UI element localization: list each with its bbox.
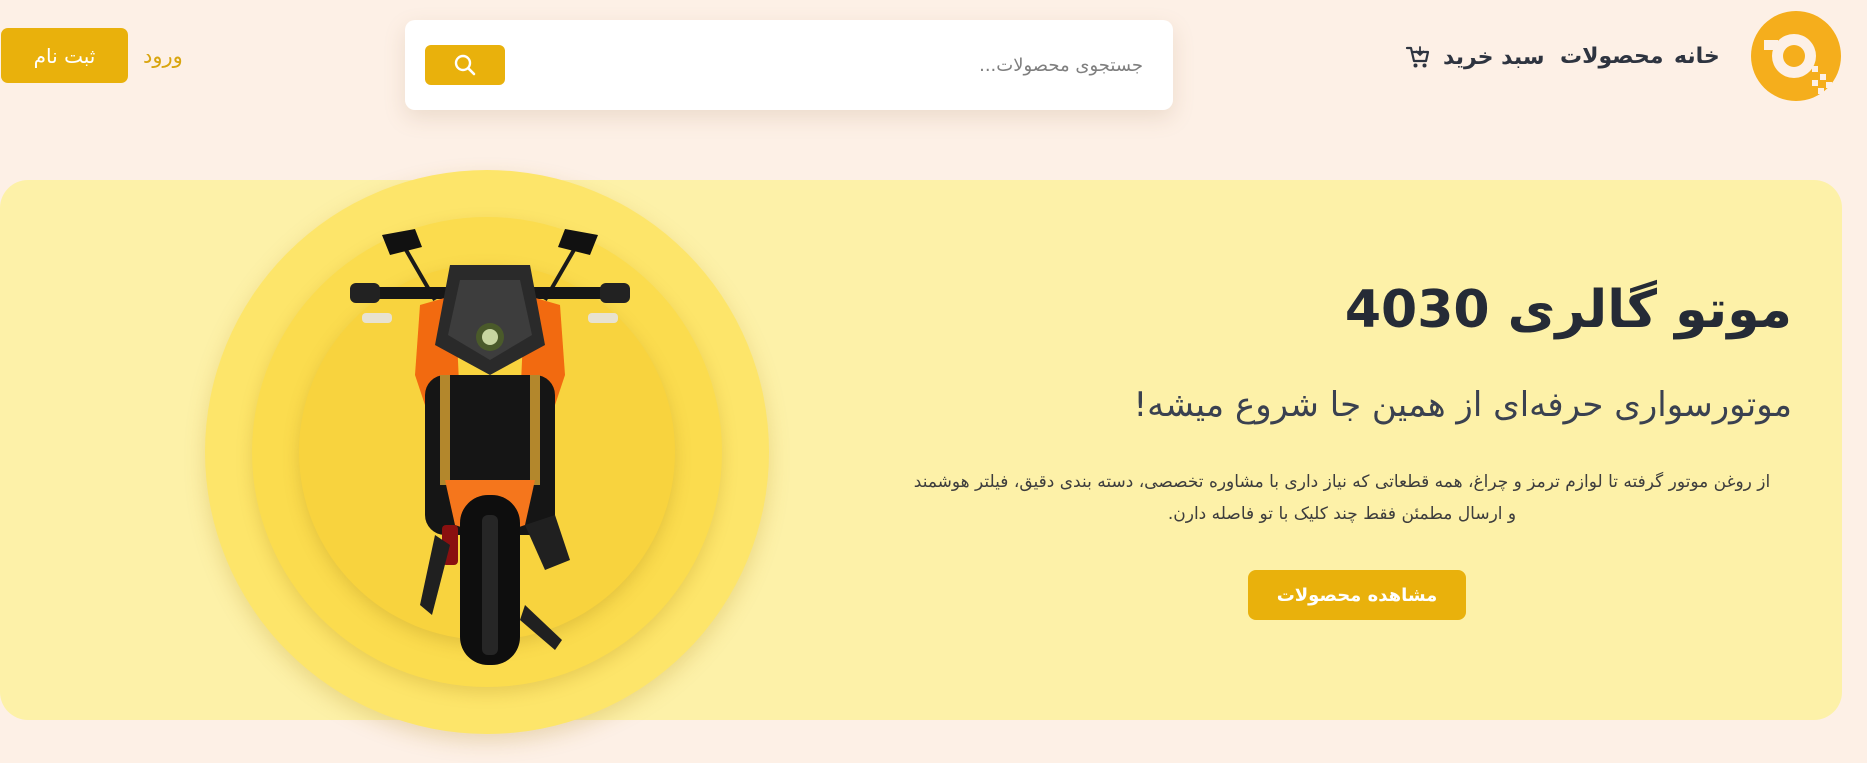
search-bar (405, 20, 1173, 110)
nav-cart-label: سبد خرید (1443, 44, 1545, 70)
signup-button[interactable]: ثبت نام (1, 28, 128, 83)
hero-description: از روغن موتور گرفته تا لوازم ترمز و چراغ… (913, 472, 1771, 524)
hero-subtitle: موتورسواری حرفه‌ای از همین جا شروع میشه! (1133, 385, 1792, 425)
nav-products-link[interactable]: محصولات (1560, 44, 1663, 69)
cart-icon (1405, 46, 1430, 68)
logo-icon[interactable] (1750, 10, 1842, 102)
view-products-button[interactable]: مشاهده محصولات (1248, 570, 1466, 620)
search-input[interactable] (585, 45, 1145, 85)
motorcycle-image (350, 229, 630, 665)
nav-home-link[interactable]: خانه (1674, 44, 1720, 69)
hero-title: موتو گالری 4030 (1344, 280, 1792, 340)
search-icon (454, 54, 476, 76)
site-header: خانه محصولات سبد خرید ورود ثبت نام (0, 0, 1867, 140)
nav-cart-link[interactable]: سبد خرید (1405, 44, 1545, 70)
search-button[interactable] (425, 45, 505, 85)
login-link[interactable]: ورود (143, 44, 183, 68)
